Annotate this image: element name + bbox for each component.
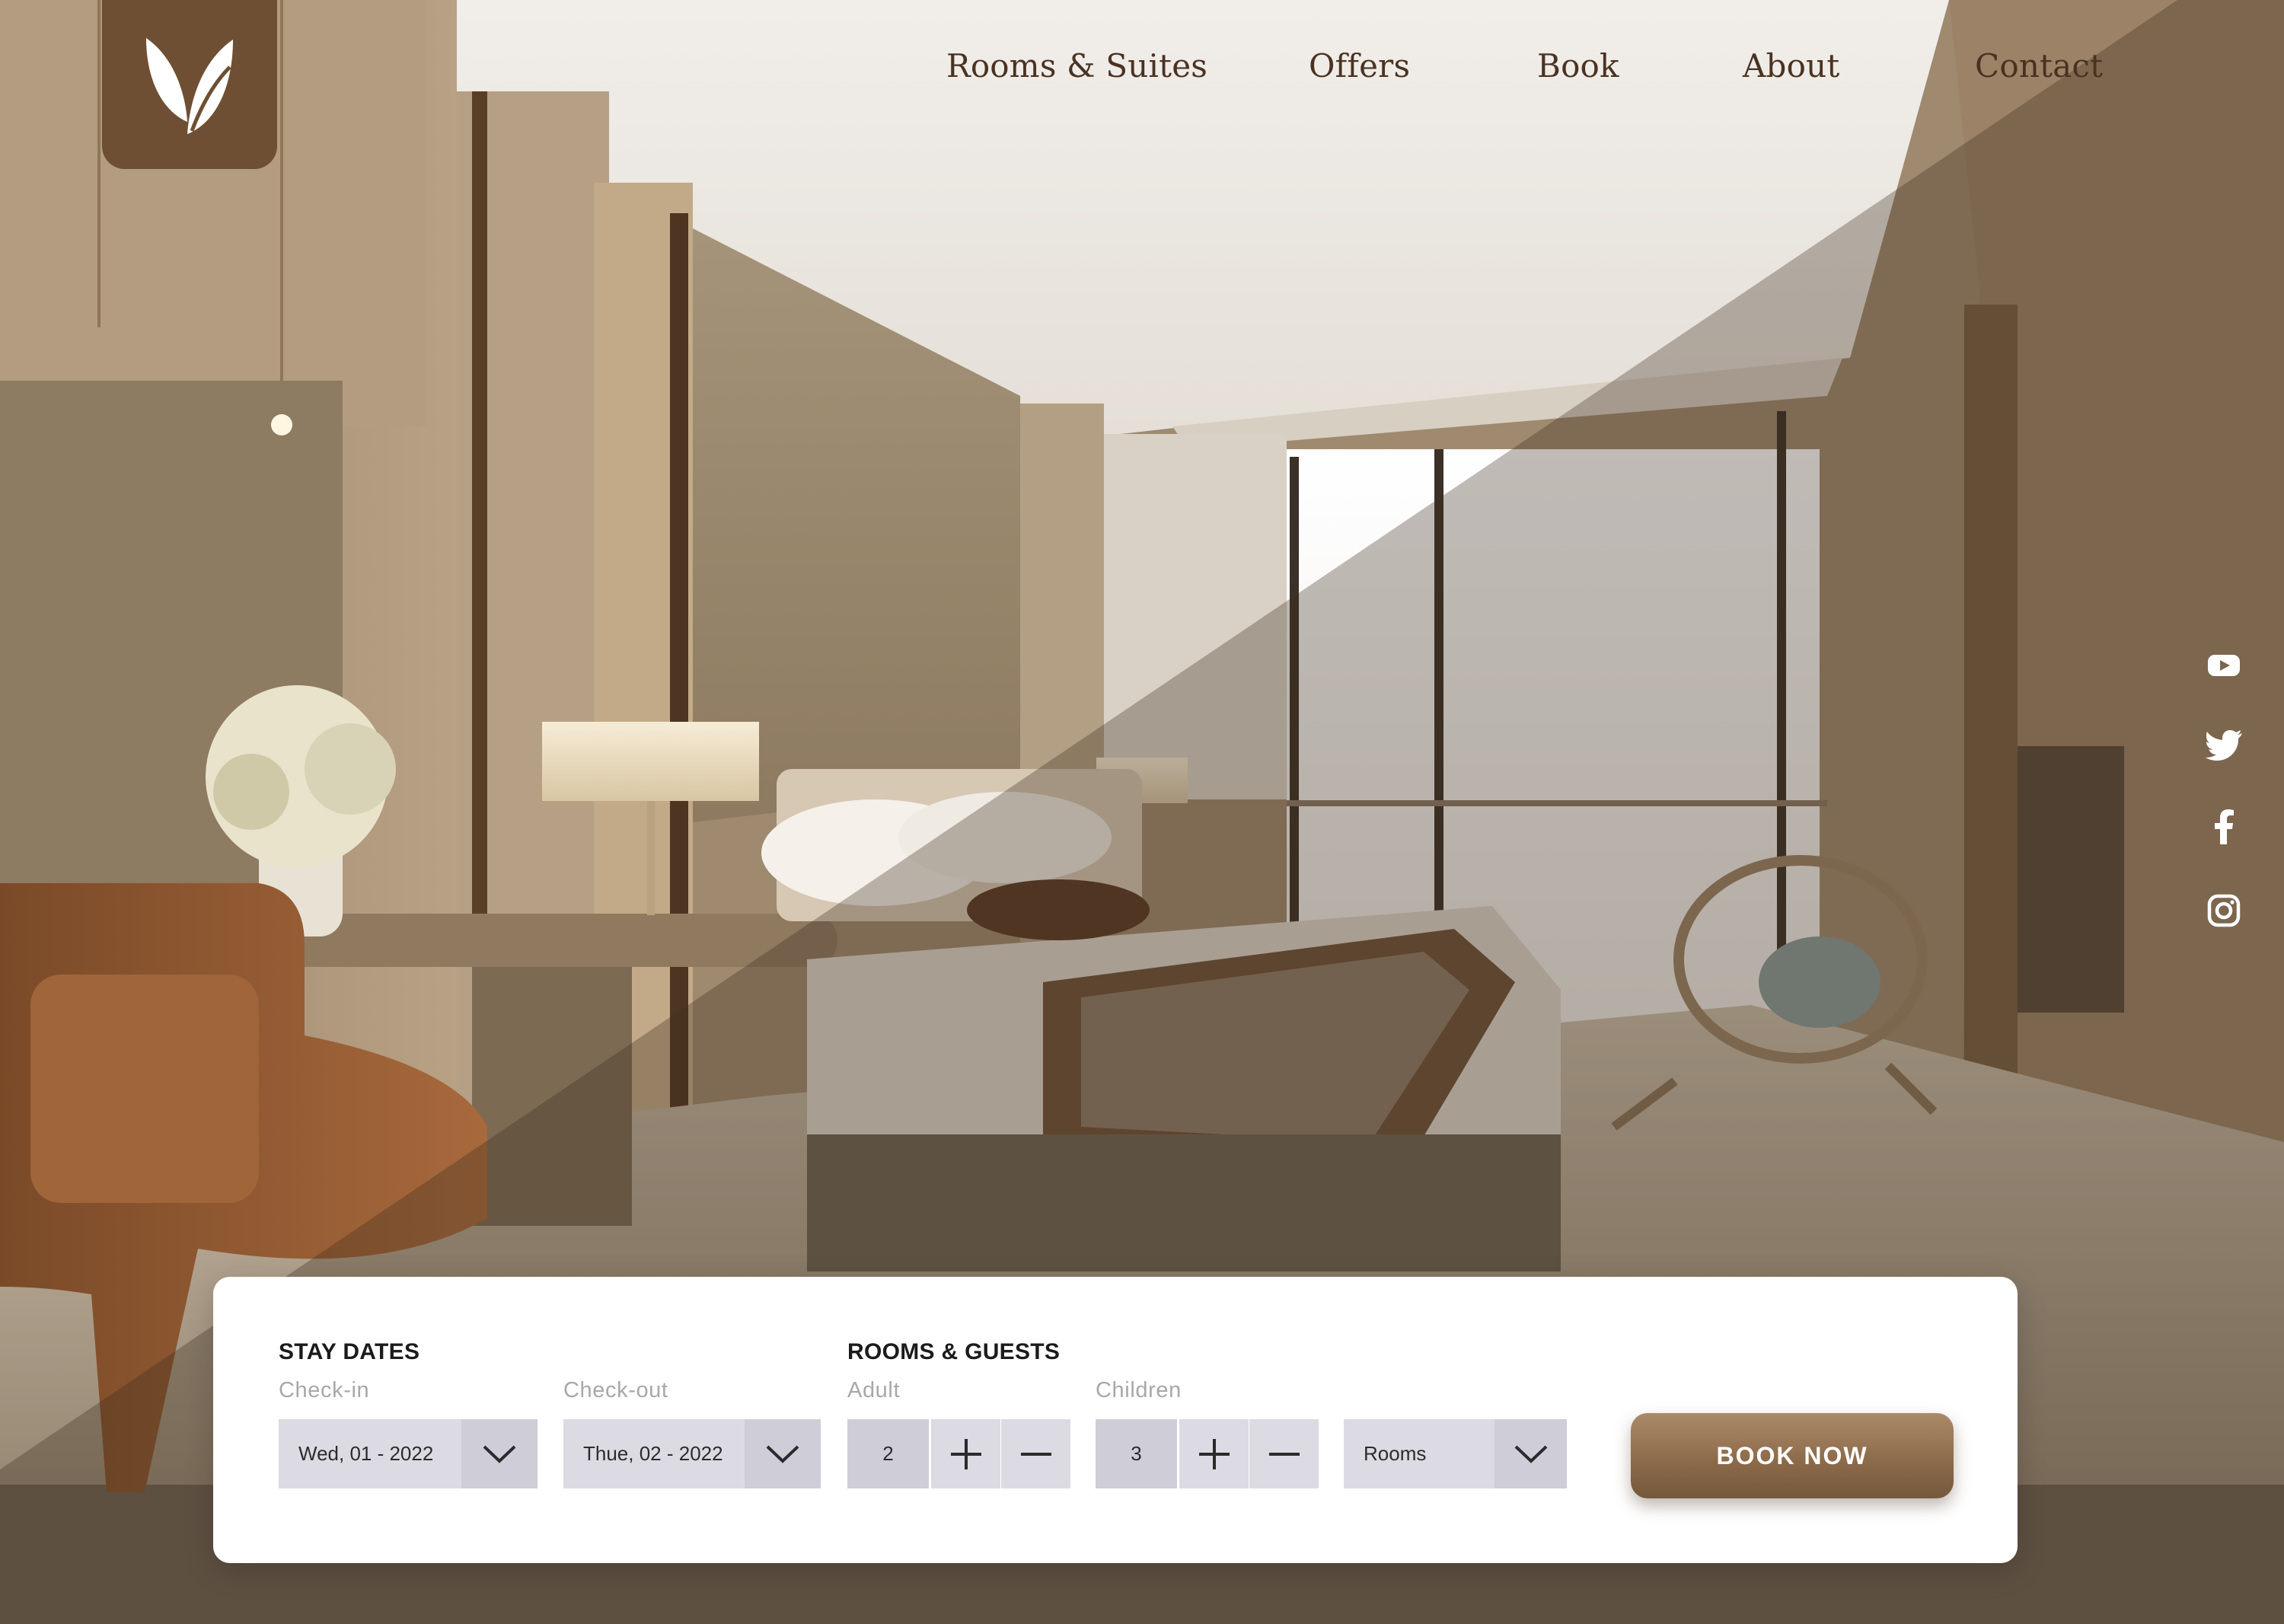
twitter-link[interactable] — [2205, 726, 2243, 764]
checkin-value: Wed, 01 - 2022 — [298, 1442, 434, 1465]
nav-about[interactable]: About — [1743, 47, 1839, 85]
adult-decrement-button[interactable] — [1001, 1419, 1070, 1488]
minus-icon — [1020, 1452, 1051, 1456]
stay-dates-title: STAY DATES — [279, 1339, 420, 1364]
rooms-select[interactable]: Rooms — [1344, 1419, 1567, 1488]
adult-increment-button[interactable] — [931, 1419, 1000, 1488]
adult-stepper: 2 — [847, 1419, 1070, 1488]
youtube-icon — [2208, 655, 2240, 676]
nav-rooms-suites[interactable]: Rooms & Suites — [946, 47, 1207, 85]
nav-book[interactable]: Book — [1537, 47, 1619, 85]
nav-offers[interactable]: Offers — [1309, 47, 1410, 85]
rooms-guests-title: ROOMS & GUESTS — [847, 1339, 1061, 1364]
plus-icon — [1198, 1438, 1230, 1469]
twitter-icon — [2206, 730, 2242, 761]
checkout-label: Check-out — [563, 1378, 668, 1402]
children-increment-button[interactable] — [1179, 1419, 1249, 1488]
adult-count[interactable]: 2 — [847, 1419, 929, 1488]
facebook-link[interactable] — [2205, 808, 2243, 846]
checkout-select[interactable]: Thue, 02 - 2022 — [563, 1419, 821, 1488]
instagram-icon — [2207, 894, 2241, 927]
children-count[interactable]: 3 — [1096, 1419, 1177, 1488]
nav-contact[interactable]: Contact — [1975, 47, 2103, 85]
chevron-down-icon[interactable] — [745, 1419, 821, 1488]
plus-icon — [950, 1438, 981, 1469]
instagram-link[interactable] — [2205, 892, 2243, 930]
chevron-down-icon[interactable] — [461, 1419, 538, 1488]
checkin-select[interactable]: Wed, 01 - 2022 — [279, 1419, 538, 1488]
checkout-value: Thue, 02 - 2022 — [583, 1442, 723, 1465]
booking-panel: STAY DATES ROOMS & GUESTS Check-in Check… — [213, 1277, 2018, 1563]
youtube-link[interactable] — [2205, 646, 2243, 684]
chevron-down-icon[interactable] — [1494, 1419, 1567, 1488]
facebook-icon — [2215, 809, 2234, 844]
minus-icon — [1268, 1452, 1300, 1456]
children-decrement-button[interactable] — [1249, 1419, 1319, 1488]
children-stepper: 3 — [1096, 1419, 1319, 1488]
rooms-value: Rooms — [1364, 1442, 1427, 1465]
book-now-button[interactable]: BOOK NOW — [1631, 1413, 1954, 1498]
adult-label: Adult — [847, 1378, 901, 1402]
main-nav: Rooms & Suites Offers Book About Contact — [0, 47, 2284, 101]
children-label: Children — [1096, 1378, 1182, 1402]
checkin-label: Check-in — [279, 1378, 370, 1402]
